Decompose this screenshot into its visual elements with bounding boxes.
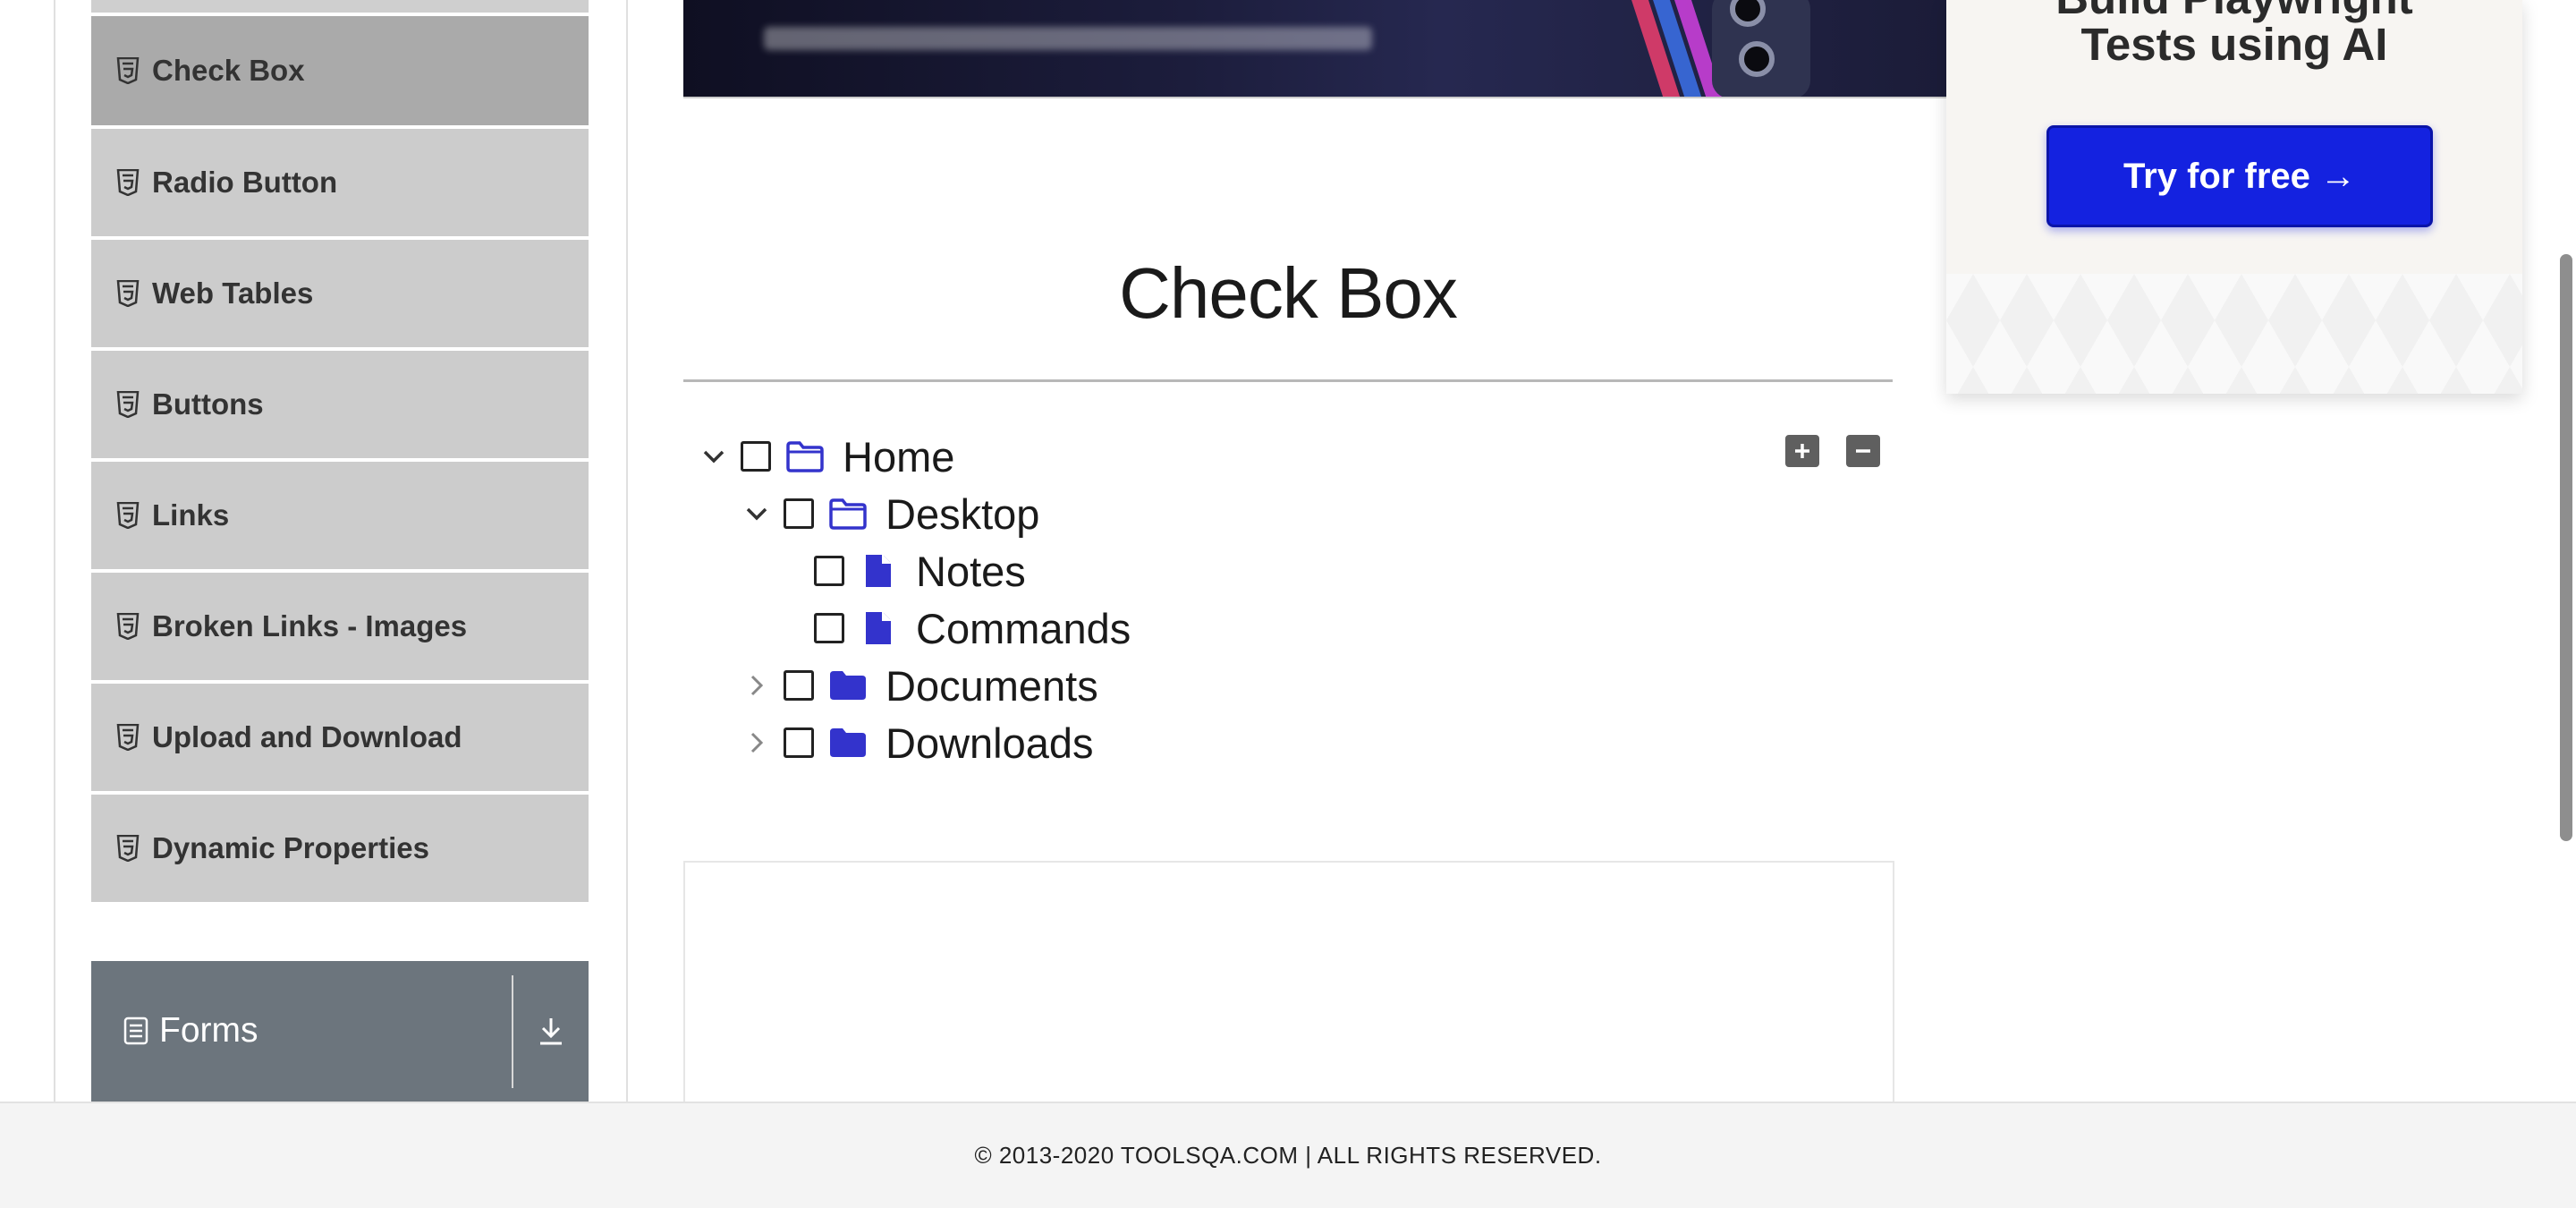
- chevron-down-icon: [702, 449, 725, 464]
- menu-item-links[interactable]: Links: [91, 462, 589, 573]
- tree-node-desktop: Desktop: [739, 489, 1039, 539]
- tree-checkbox[interactable]: [814, 613, 844, 643]
- html5-icon: [116, 835, 140, 862]
- tree-label[interactable]: Documents: [886, 661, 1098, 710]
- tree-toggle-button[interactable]: [739, 668, 775, 703]
- plus-square-icon: [1792, 441, 1812, 461]
- html5-icon: [116, 57, 140, 84]
- empty-content-box: [683, 861, 1894, 1111]
- tree-label[interactable]: Downloads: [886, 719, 1094, 768]
- ad-card: Build Playwright Tests using AI Try for …: [1946, 0, 2522, 394]
- group-header-forms[interactable]: Forms: [91, 961, 589, 1104]
- menu-item-radio-button[interactable]: Radio Button: [91, 129, 589, 240]
- group-toggle-button[interactable]: [513, 961, 589, 1100]
- chevron-down-icon: [745, 506, 768, 521]
- try-for-free-button[interactable]: Try for free →: [2046, 125, 2433, 227]
- ad-title-partial: Build Playwright: [1946, 0, 2522, 21]
- phone-graphic: [1712, 0, 1810, 97]
- html5-icon: [116, 502, 140, 529]
- tree-node-commands: Commands: [809, 603, 1131, 653]
- download-arrow-icon: [537, 1016, 565, 1046]
- tree-toggle-button[interactable]: [739, 496, 775, 532]
- menu-item-buttons[interactable]: Buttons: [91, 351, 589, 462]
- left-panel: Check Box Radio Button Web Tables Button…: [54, 0, 628, 1104]
- group-header-title[interactable]: Forms: [91, 961, 512, 1100]
- tree-label[interactable]: Notes: [916, 547, 1026, 596]
- menu-item-check-box[interactable]: Check Box: [91, 16, 589, 129]
- tree-checkbox[interactable]: [814, 556, 844, 586]
- folder-open-icon: [785, 438, 825, 474]
- tree-node-notes: Notes: [809, 546, 1026, 596]
- tree-node-home: Home: [696, 431, 954, 481]
- chevron-right-icon: [750, 731, 764, 754]
- page-footer: © 2013-2020 TOOLSQA.COM | ALL RIGHTS RES…: [0, 1102, 2576, 1208]
- title-divider: [683, 379, 1893, 382]
- tree-label[interactable]: Desktop: [886, 489, 1039, 539]
- collapse-all-button[interactable]: [1846, 435, 1880, 467]
- tree-label[interactable]: Commands: [916, 604, 1131, 653]
- menu-item-dynamic-properties[interactable]: Dynamic Properties: [91, 795, 589, 906]
- tree-label[interactable]: Home: [843, 432, 954, 481]
- html5-icon: [116, 391, 140, 418]
- menu-item-label: Upload and Download: [152, 720, 462, 753]
- html5-icon: [116, 613, 140, 640]
- html5-icon: [116, 169, 140, 196]
- elements-menu-list: Check Box Radio Button Web Tables Button…: [91, 0, 589, 906]
- chevron-right-icon: [750, 674, 764, 697]
- page-scrollbar-thumb[interactable]: [2560, 254, 2572, 841]
- menu-item-label: Links: [152, 498, 230, 532]
- html5-icon: [116, 280, 140, 307]
- page-title: Check Box: [1119, 253, 1458, 333]
- blurred-banner-text: [764, 27, 1372, 50]
- form-document-icon: [123, 1017, 148, 1045]
- file-icon: [859, 610, 898, 646]
- menu-item-partial[interactable]: [91, 0, 589, 16]
- group-header-label: Forms: [159, 1010, 258, 1050]
- menu-item-label: Check Box: [152, 54, 305, 87]
- folder-icon: [828, 725, 868, 761]
- tree-toggle-button[interactable]: [739, 725, 775, 761]
- tree-checkbox[interactable]: [784, 498, 814, 529]
- banner-ad-image[interactable]: [683, 0, 1946, 98]
- tree-toggle-button[interactable]: [696, 438, 732, 474]
- tree-node-downloads: Downloads: [739, 718, 1094, 768]
- tree-checkbox[interactable]: [784, 727, 814, 758]
- menu-item-label: Radio Button: [152, 166, 338, 199]
- folder-icon: [828, 668, 868, 703]
- tree-checkbox[interactable]: [784, 670, 814, 701]
- menu-item-label: Dynamic Properties: [152, 831, 429, 864]
- menu-item-broken-links-images[interactable]: Broken Links - Images: [91, 573, 589, 684]
- folder-open-icon: [828, 496, 868, 532]
- footer-copyright: © 2013-2020 TOOLSQA.COM | ALL RIGHTS RES…: [974, 1142, 1602, 1169]
- menu-item-label: Buttons: [152, 387, 264, 421]
- menu-item-label: Web Tables: [152, 276, 314, 310]
- tree-node-documents: Documents: [739, 660, 1098, 710]
- file-icon: [859, 553, 898, 589]
- menu-item-label: Broken Links - Images: [152, 609, 468, 642]
- tree-checkbox[interactable]: [741, 441, 771, 472]
- menu-item-upload-and-download[interactable]: Upload and Download: [91, 684, 589, 795]
- html5-icon: [116, 724, 140, 751]
- ad-pattern: [1946, 274, 2522, 394]
- minus-square-icon: [1853, 441, 1873, 461]
- menu-item-web-tables[interactable]: Web Tables: [91, 240, 589, 351]
- expand-all-button[interactable]: [1785, 435, 1819, 467]
- ad-title: Tests using AI: [2080, 19, 2388, 70]
